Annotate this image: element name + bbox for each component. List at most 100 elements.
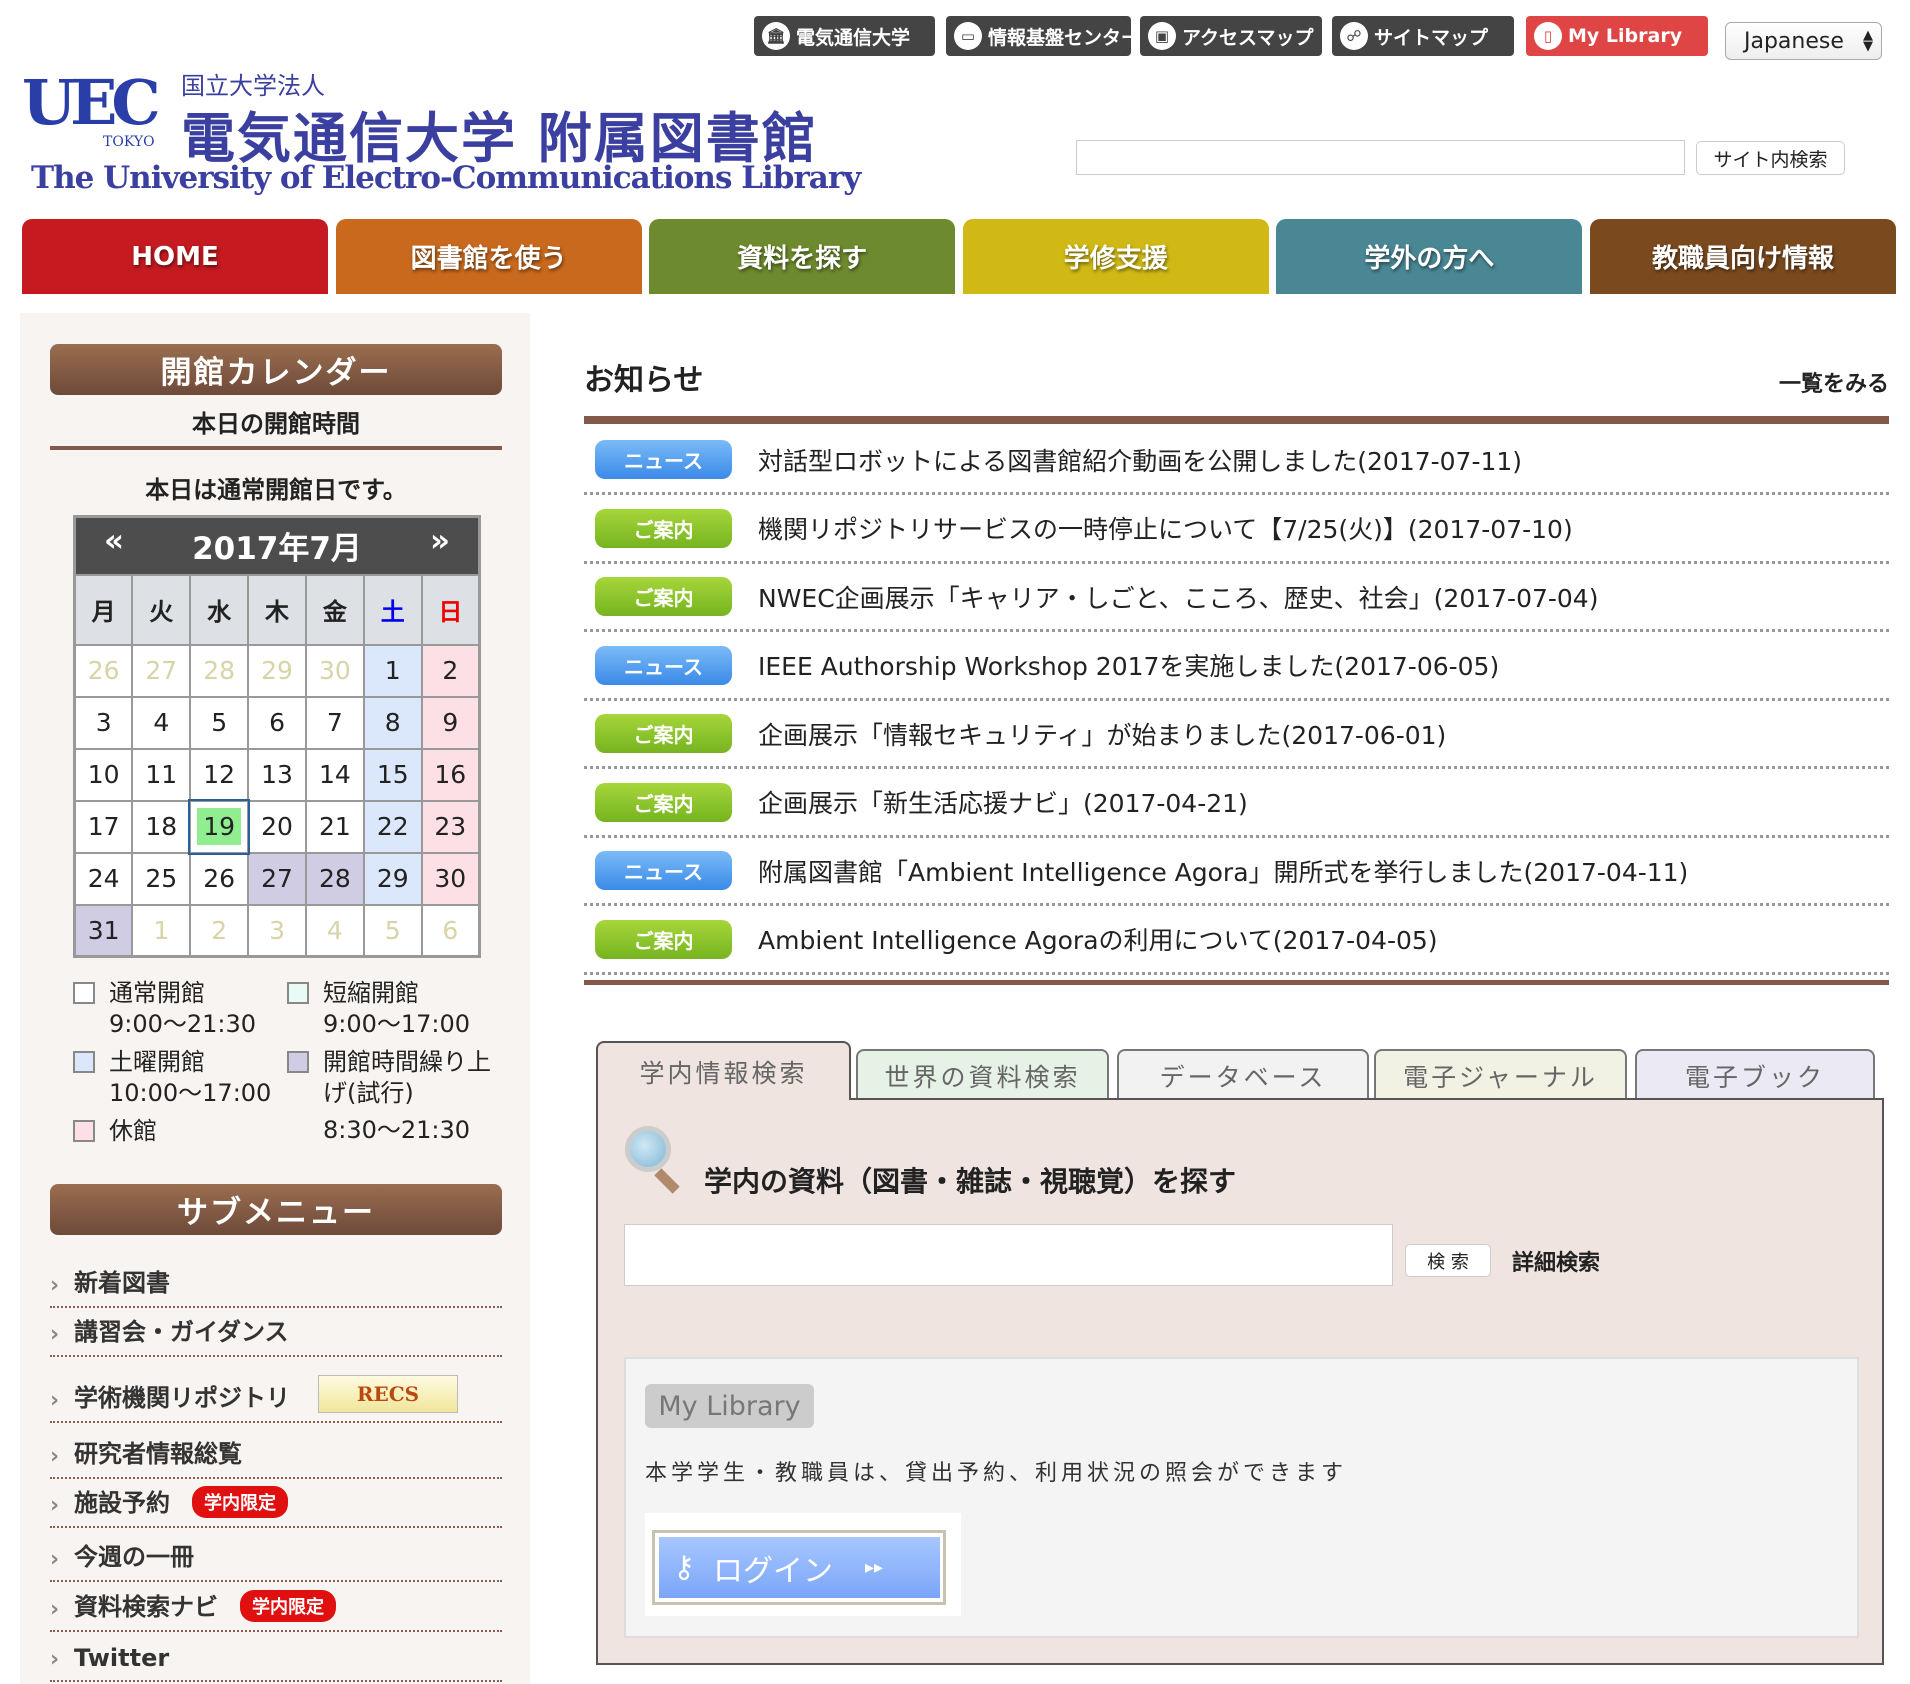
- calendar-day[interactable]: 2: [420, 643, 481, 698]
- calendar-day[interactable]: 26: [73, 643, 134, 698]
- calendar-day[interactable]: 31: [73, 903, 134, 958]
- calendar-day[interactable]: 23: [420, 799, 481, 854]
- news-link[interactable]: 附属図書館「Ambient Intelligence Agora」開所式を挙行し…: [758, 853, 1688, 889]
- top-link-2[interactable]: ▭ 情報基盤センター: [946, 16, 1131, 56]
- submenu-item[interactable]: › 研究者情報総覧: [50, 1425, 502, 1479]
- uec-logo[interactable]: UEC: [22, 66, 161, 139]
- calendar-day[interactable]: 2: [189, 903, 250, 958]
- login-button[interactable]: ⚷ ログイン ▸▸: [659, 1537, 940, 1598]
- calendar-day[interactable]: 21: [304, 799, 365, 854]
- calendar-day[interactable]: 3: [247, 903, 307, 958]
- calendar-day[interactable]: 29: [247, 643, 307, 698]
- submenu-item[interactable]: › 今週の一冊: [50, 1530, 502, 1582]
- calendar-week: 26 27 28 29 30 1 2: [73, 643, 481, 698]
- site-search-button[interactable]: サイト内検索: [1696, 141, 1845, 175]
- news-link[interactable]: 企画展示「新生活応援ナビ」(2017-04-21): [758, 784, 1248, 820]
- calendar-day[interactable]: 24: [73, 851, 134, 906]
- divider: [50, 446, 502, 450]
- nav-tab-5[interactable]: 学外の方へ: [1276, 219, 1583, 294]
- calendar-day[interactable]: 29: [362, 851, 423, 906]
- calendar-day[interactable]: 25: [131, 851, 192, 906]
- calendar-day[interactable]: 12: [189, 747, 250, 802]
- submenu-item[interactable]: › 新着図書: [50, 1262, 502, 1308]
- search-tab-1[interactable]: 学内情報検索: [596, 1041, 851, 1100]
- calendar-day[interactable]: 30: [304, 643, 365, 698]
- recs-banner[interactable]: RECS: [318, 1375, 458, 1413]
- calendar-day[interactable]: 22: [362, 799, 423, 854]
- calendar-day[interactable]: 14: [304, 747, 365, 802]
- nav-tab-4[interactable]: 学修支援: [962, 219, 1269, 294]
- calendar-day[interactable]: 13: [247, 747, 307, 802]
- day-number: 1: [384, 656, 401, 685]
- calendar-day[interactable]: 6: [420, 903, 481, 958]
- calendar-day[interactable]: 30: [420, 851, 481, 906]
- day-number: 5: [384, 915, 401, 945]
- top-link-5[interactable]: ▯ My Library: [1526, 16, 1708, 56]
- top-link-3[interactable]: ▣ アクセスマップ: [1140, 16, 1322, 56]
- day-number: 13: [261, 760, 293, 789]
- legend-hours: 9:00〜17:00: [323, 1010, 471, 1038]
- calendar-day[interactable]: 16: [420, 747, 481, 802]
- search-tab-3[interactable]: データベース: [1117, 1049, 1369, 1100]
- nav-tab-1[interactable]: HOME: [22, 219, 328, 294]
- calendar-day[interactable]: 6: [247, 695, 307, 750]
- calendar-day[interactable]: 8: [362, 695, 423, 750]
- calendar-week: 3 4 5 6 7 8 9: [73, 695, 481, 750]
- today-status: 本日は通常開館日です。: [145, 476, 407, 504]
- calendar-day[interactable]: 4: [304, 903, 365, 958]
- news-link[interactable]: 機関リポジトリサービスの一時停止について【7/25(火)】(2017-07-10…: [758, 510, 1573, 546]
- calendar-day[interactable]: 27: [131, 643, 192, 698]
- advanced-search-link[interactable]: 詳細検索: [1512, 1245, 1600, 1277]
- calendar-day[interactable]: 5: [362, 903, 423, 958]
- calendar-day[interactable]: 9: [420, 695, 481, 750]
- submenu-item[interactable]: › 講習会・ガイダンス: [50, 1310, 502, 1357]
- site-search-input[interactable]: [1076, 140, 1685, 175]
- calendar-day[interactable]: 4: [131, 695, 192, 750]
- day-number: 7: [326, 708, 343, 737]
- calendar-day[interactable]: 26: [189, 851, 250, 906]
- catalog-search-button[interactable]: 検 索: [1405, 1244, 1491, 1277]
- calendar-day[interactable]: 17: [73, 799, 134, 854]
- calendar-day[interactable]: 27: [247, 851, 307, 906]
- calendar-day[interactable]: 18: [131, 799, 192, 854]
- search-tab-5[interactable]: 電子ブック: [1635, 1049, 1875, 1100]
- language-select[interactable]: Japanese ▲ ▼: [1725, 22, 1882, 60]
- next-month-button[interactable]: »: [430, 523, 450, 559]
- prev-month-button[interactable]: «: [104, 523, 124, 559]
- calendar-day[interactable]: 5: [189, 695, 250, 750]
- nav-tab-2[interactable]: 図書館を使う: [335, 219, 642, 294]
- calendar-day[interactable]: 20: [247, 799, 307, 854]
- search-tab-2[interactable]: 世界の資料検索: [856, 1049, 1109, 1100]
- top-link-1[interactable]: 🏛 電気通信大学: [754, 16, 935, 56]
- calendar-day[interactable]: 28: [304, 851, 365, 906]
- catalog-search-input[interactable]: [624, 1224, 1393, 1286]
- news-link[interactable]: NWEC企画展示「キャリア・しごと、こころ、歴史、社会」(2017-07-04): [758, 579, 1598, 615]
- day-number: 22: [376, 812, 409, 841]
- calendar-day[interactable]: 28: [189, 643, 250, 698]
- calendar-table: « 2017年7月 » 月火水木金土日 26 27 28 29 30 1 2 3 4 5 6 7 8 9 10…: [73, 515, 481, 958]
- calendar-day[interactable]: 10: [73, 747, 134, 802]
- calendar-day[interactable]: 3: [73, 695, 134, 750]
- calendar-day[interactable]: 1: [131, 903, 192, 958]
- news-link[interactable]: IEEE Authorship Workshop 2017を実施しました(201…: [758, 647, 1499, 683]
- news-link[interactable]: Ambient Intelligence Agoraの利用について(2017-0…: [758, 921, 1438, 957]
- calendar-day[interactable]: 1: [362, 643, 423, 698]
- submenu-item[interactable]: › 施設予約 学内限定: [50, 1481, 502, 1528]
- calendar-day[interactable]: 7: [304, 695, 365, 750]
- calendar-day[interactable]: 15: [362, 747, 423, 802]
- top-link-4[interactable]: ☍ サイトマップ: [1332, 16, 1514, 56]
- submenu-item[interactable]: › 学術機関リポジトリ RECS: [50, 1359, 502, 1423]
- legend-item: 土曜開館 10:00〜17:00: [73, 1047, 283, 1109]
- news-more-link[interactable]: 一覧をみる: [1770, 366, 1889, 398]
- search-tab-4[interactable]: 電子ジャーナル: [1374, 1049, 1627, 1100]
- news-link[interactable]: 対話型ロボットによる図書館紹介動画を公開しました(2017-07-11): [758, 442, 1522, 478]
- submenu-item[interactable]: › Twitter: [50, 1634, 502, 1682]
- nav-tab-3[interactable]: 資料を探す: [649, 219, 956, 294]
- news-link[interactable]: 企画展示「情報セキュリティ」が始まりました(2017-06-01): [758, 716, 1446, 752]
- submenu-item[interactable]: › 資料検索ナビ 学内限定: [50, 1584, 502, 1632]
- calendar-day[interactable]: 11: [131, 747, 192, 802]
- calendar-week: 31 1 2 3 4 5 6: [73, 903, 481, 958]
- calendar-day[interactable]: 19: [188, 798, 251, 855]
- key-icon: ⚷: [673, 1550, 695, 1585]
- nav-tab-6[interactable]: 教職員向け情報: [1590, 219, 1896, 294]
